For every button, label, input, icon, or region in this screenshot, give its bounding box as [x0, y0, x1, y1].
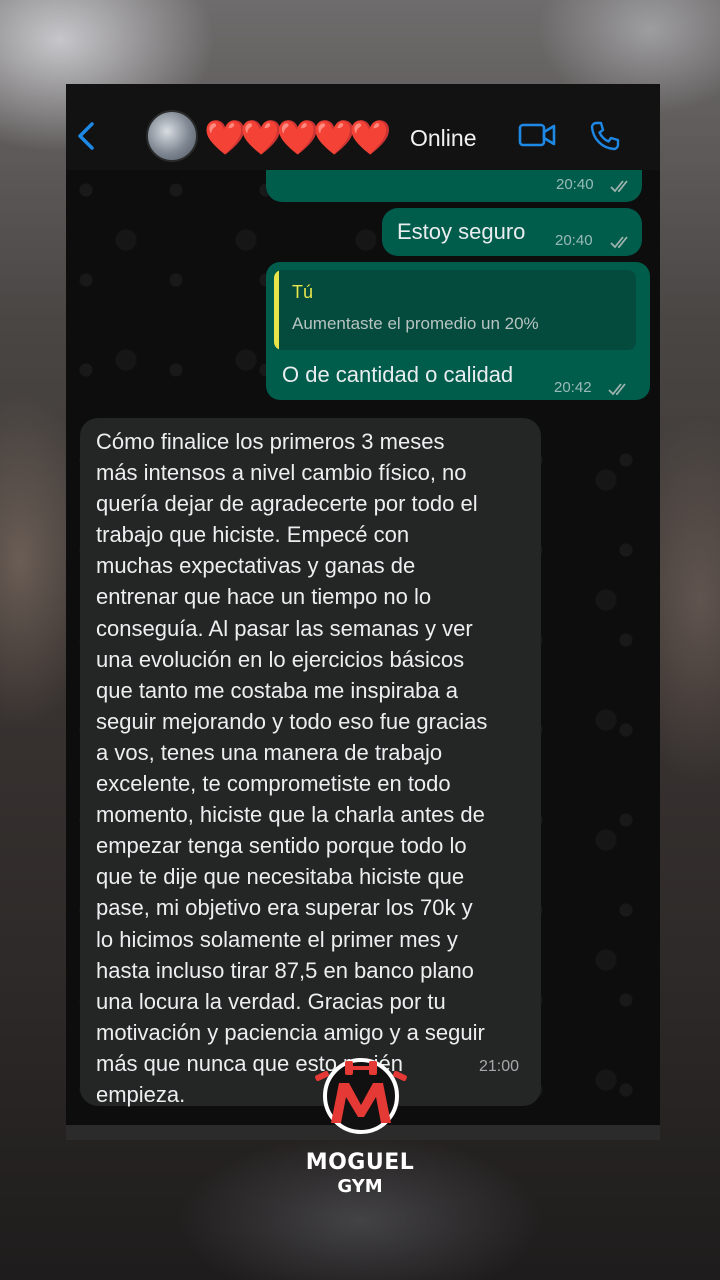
message-bubble-outgoing-reply[interactable]: Tú Aumentaste el promedio un 20% O de ca…: [266, 262, 650, 400]
quote-accent-bar: [274, 270, 279, 350]
phone-icon[interactable]: [589, 120, 621, 152]
message-bubble-outgoing[interactable]: 20:40: [266, 170, 642, 202]
read-ticks-icon: [610, 236, 628, 249]
contact-name[interactable]: ❤️❤️❤️❤️❤️: [204, 118, 392, 158]
chat-header: ❤️❤️❤️❤️❤️ Online: [66, 84, 660, 170]
message-time: 20:40: [555, 232, 593, 249]
brand-name: MOGUEL: [305, 1150, 415, 1175]
chevron-left-icon[interactable]: [74, 121, 100, 151]
message-list[interactable]: 20:40 Estoy seguro 20:40 Tú Aumentaste e…: [66, 170, 660, 1140]
message-time: 21:00: [479, 1058, 520, 1075]
quote-author: Tú: [292, 282, 314, 302]
message-time: 20:42: [554, 379, 592, 396]
brand-subtitle: GYM: [337, 1176, 383, 1197]
read-ticks-icon: [610, 180, 628, 193]
message-bubble-outgoing[interactable]: Estoy seguro 20:40: [382, 208, 642, 256]
read-ticks-icon: [608, 383, 626, 396]
message-bubble-incoming[interactable]: Cómo finalice los primeros 3 meses más i…: [80, 418, 541, 1107]
quote-text: Aumentaste el promedio un 20%: [292, 314, 539, 333]
quoted-message[interactable]: Tú Aumentaste el promedio un 20%: [274, 270, 636, 350]
message-time: 20:40: [556, 176, 594, 193]
avatar[interactable]: [146, 110, 198, 162]
video-camera-icon[interactable]: [518, 121, 556, 149]
message-text: Cómo finalice los primeros 3 meses más i…: [96, 429, 488, 1107]
message-text: Estoy seguro: [397, 219, 526, 244]
contact-status: Online: [410, 125, 477, 151]
message-text: O de cantidad o calidad: [282, 362, 514, 387]
moguel-gym-logo: [315, 1058, 407, 1134]
chat-screenshot: ❤️❤️❤️❤️❤️ Online 20:40 Estoy seguro 20:…: [66, 84, 660, 1140]
